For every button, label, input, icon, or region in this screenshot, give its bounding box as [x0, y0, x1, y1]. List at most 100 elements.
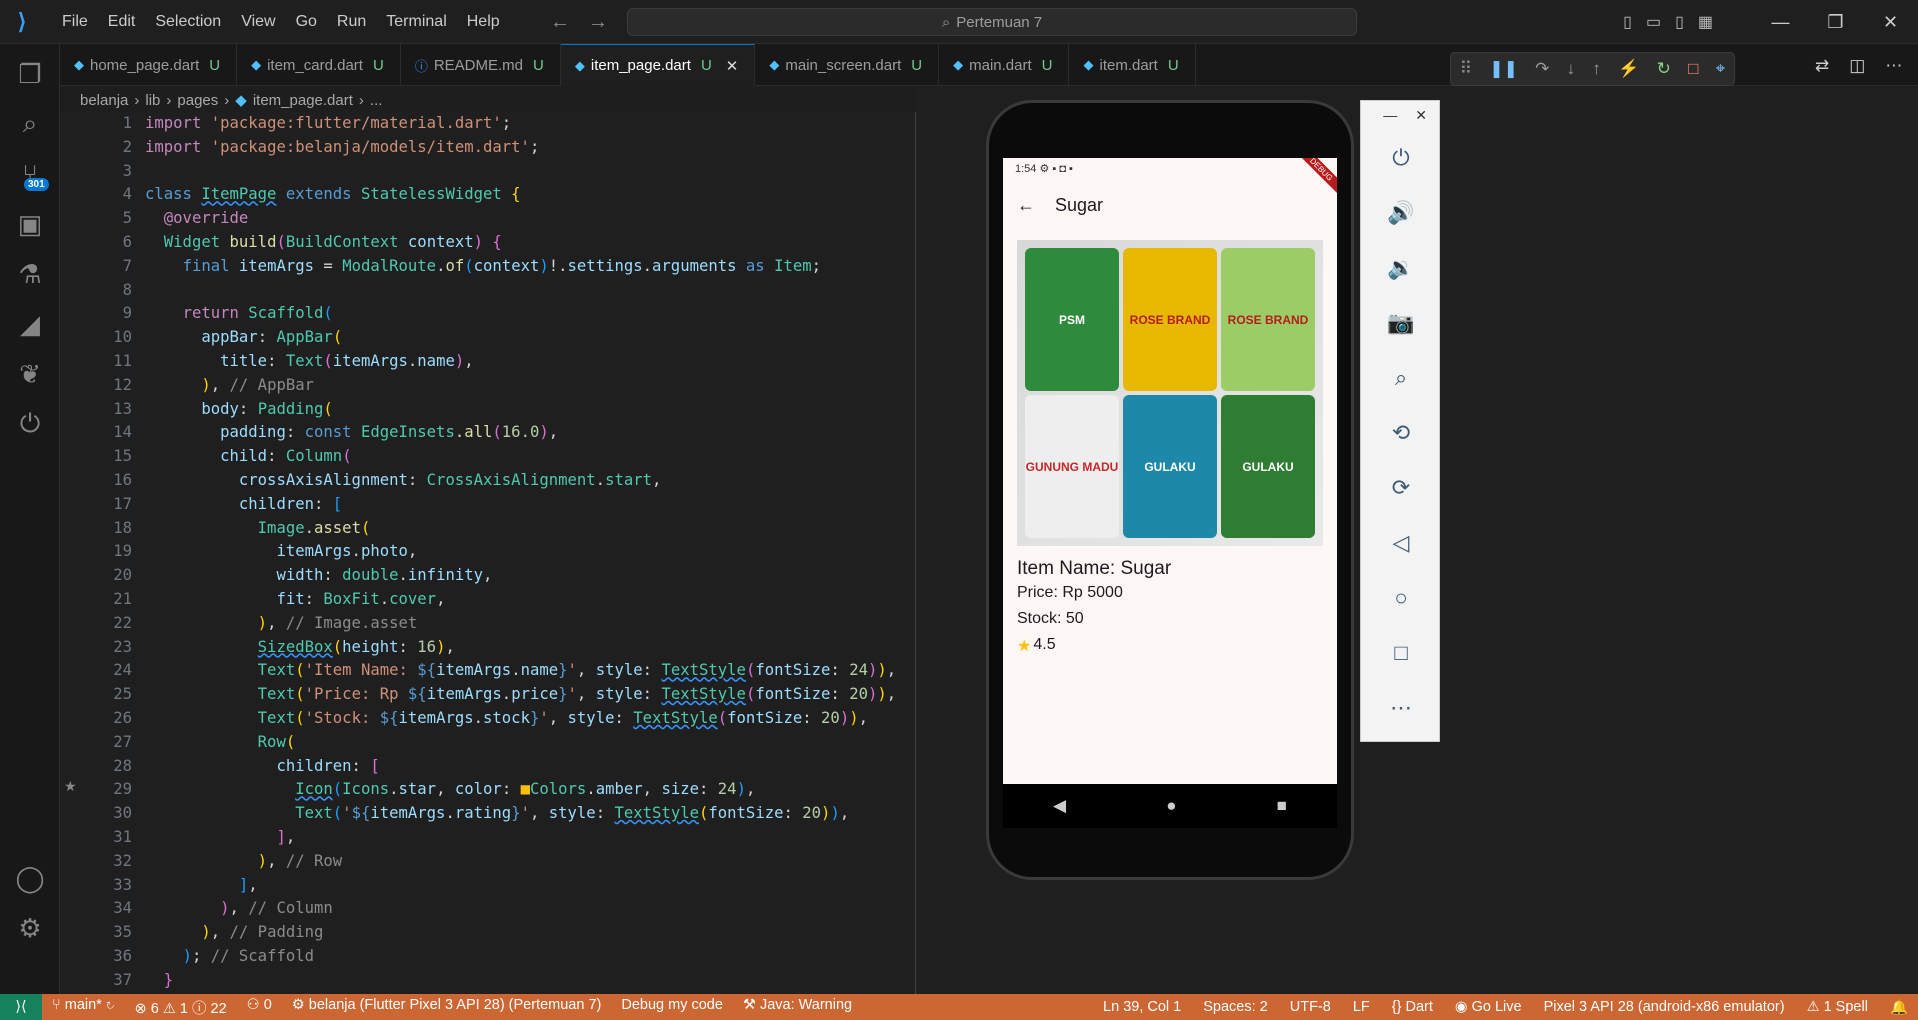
launch-config-status[interactable]: ⚙ belanja (Flutter Pixel 3 API 28) (Pert… [292, 997, 602, 1018]
tab-item[interactable]: ◆ item.dart U [1069, 44, 1196, 86]
source-control-icon[interactable]: ⑂ 301 [0, 150, 60, 198]
back-icon[interactable]: ◁ [1361, 515, 1441, 570]
chevron-right-icon: › [224, 91, 230, 109]
toggle-sidebar-icon[interactable]: ▯ [1623, 12, 1632, 32]
menu-help[interactable]: Help [457, 0, 510, 44]
java-status[interactable]: ⚒ Java: Warning [743, 997, 852, 1018]
problems-status[interactable]: ⊗ 6 ⚠ 1 ⓘ 22 [135, 997, 227, 1018]
menu-go[interactable]: Go [286, 0, 327, 44]
nav-back-icon[interactable]: ◀ [1053, 796, 1066, 816]
go-live-status[interactable]: ◉ Go Live [1455, 999, 1522, 1016]
sugar-package: PSM [1025, 248, 1119, 391]
step-into-icon[interactable]: ↓ [1567, 59, 1576, 79]
menu-file[interactable]: File [52, 0, 98, 44]
power-icon[interactable]: ⏻ [1361, 130, 1441, 185]
language-status[interactable]: {} Dart [1392, 999, 1433, 1016]
spell-status[interactable]: ⚠ 1 Spell [1807, 999, 1868, 1016]
search-view-icon[interactable]: ⌕ [0, 100, 60, 148]
close-tab-icon[interactable]: ✕ [726, 57, 739, 75]
inspect-widget-icon[interactable]: ⌖ [1716, 59, 1726, 79]
menu-run[interactable]: Run [327, 0, 376, 44]
volume-up-icon[interactable]: 🔊 [1361, 185, 1441, 240]
indentation-status[interactable]: Spaces: 2 [1203, 999, 1268, 1016]
more-actions-icon[interactable]: ⋯ [1885, 56, 1902, 76]
extensions-icon[interactable]: ▣ [0, 200, 60, 248]
nav-arrows: ← → [550, 0, 608, 44]
remote-icon[interactable]: ⏻ [0, 400, 60, 448]
tab-readme[interactable]: ⓘ README.md U [401, 44, 561, 86]
tab-item-card[interactable]: ◆ item_card.dart U [237, 44, 401, 86]
flutter-icon[interactable]: ◢ [0, 300, 60, 348]
breadcrumb-symbol[interactable]: ... [370, 92, 383, 109]
nav-home-icon[interactable]: ● [1166, 796, 1176, 816]
remote-indicator-icon[interactable]: ⟩⟨ [0, 994, 42, 1020]
tab-item-page[interactable]: ◆ item_page.dart U ✕ [560, 44, 756, 86]
notifications-icon[interactable]: 🔔 [1890, 999, 1908, 1016]
step-out-icon[interactable]: ↑ [1592, 59, 1601, 79]
rotate-left-icon[interactable]: ⟲ [1361, 405, 1441, 460]
breadcrumb-pages[interactable]: pages [177, 92, 218, 109]
dart-icon: ◆ [74, 57, 84, 72]
stop-icon[interactable]: □ [1688, 59, 1698, 79]
hot-reload-icon[interactable]: ⚡ [1618, 59, 1639, 79]
nav-recents-icon[interactable]: ■ [1277, 796, 1287, 816]
breadcrumb-file[interactable]: item_page.dart [253, 92, 353, 109]
settings-gear-icon[interactable]: ⚙ [0, 904, 60, 952]
zoom-icon[interactable]: ⌕ [1361, 350, 1441, 405]
sugar-package: GULAKU [1221, 395, 1315, 538]
ports-status[interactable]: ⚇ 0 [247, 997, 272, 1018]
volume-down-icon[interactable]: 🔉 [1361, 240, 1441, 295]
code-editor[interactable]: 1 import 'package:flutter/material.dart';… [60, 112, 915, 994]
menu-terminal[interactable]: Terminal [376, 0, 456, 44]
tree-icon[interactable]: ❦ [0, 350, 60, 398]
tab-home-page[interactable]: ◆ home_page.dart U [60, 44, 238, 86]
back-arrow-icon[interactable]: ← [550, 11, 570, 34]
branch-status[interactable]: ⑂ main* ↻ [52, 997, 115, 1018]
chevron-right-icon: › [358, 91, 364, 109]
back-arrow-icon[interactable]: ← [1017, 195, 1035, 216]
customize-layout-icon[interactable]: ▦ [1698, 12, 1713, 32]
rotate-right-icon[interactable]: ⟳ [1361, 460, 1441, 515]
tab-main-screen[interactable]: ◆ main_screen.dart U [755, 44, 940, 86]
sugar-package: GUNUNG MADU [1025, 395, 1119, 538]
compare-icon[interactable]: ⇄ [1815, 56, 1829, 76]
title-bar: ⟩ File Edit Selection View Go Run Termin… [0, 0, 1918, 44]
menu-view[interactable]: View [231, 0, 285, 44]
breadcrumb-belanja[interactable]: belanja [80, 92, 128, 109]
drag-handle-icon[interactable]: ⠿ [1460, 59, 1472, 79]
status-bar: ⟩⟨ ⑂ main* ↻ ⊗ 6 ⚠ 1 ⓘ 22 ⚇ 0 ⚙ belanja … [0, 994, 1918, 1020]
testing-icon[interactable]: ⚗ [0, 250, 60, 298]
account-icon[interactable]: ◯ [0, 854, 60, 902]
close-icon[interactable]: ✕ [1415, 107, 1427, 124]
explorer-icon[interactable]: ❐ [0, 50, 60, 98]
phone-screen: 1:54 ⚙ ▪ ◘ ▪ DEBUG ← Sugar PSM ROSE BRAN… [1003, 158, 1337, 784]
toggle-panel-icon[interactable]: ▭ [1646, 12, 1661, 32]
sugar-package: GULAKU [1123, 395, 1217, 538]
toggle-secondary-sidebar-icon[interactable]: ▯ [1675, 12, 1684, 32]
command-center-search[interactable]: ⌕ Pertemuan 7 [627, 8, 1357, 36]
menu-edit[interactable]: Edit [98, 0, 146, 44]
menu-selection[interactable]: Selection [145, 0, 231, 44]
restore-icon[interactable]: ❐ [1808, 12, 1863, 33]
item-rating-text: 4.5 [1033, 636, 1056, 653]
vscode-logo-icon: ⟩ [17, 8, 27, 34]
cursor-position[interactable]: Ln 39, Col 1 [1103, 999, 1181, 1016]
more-icon[interactable]: ⋯ [1361, 680, 1441, 735]
debug-config-status[interactable]: Debug my code [621, 997, 723, 1018]
overview-icon[interactable]: □ [1361, 625, 1441, 680]
minimize-icon[interactable]: — [1753, 12, 1808, 33]
tab-main[interactable]: ◆ main.dart U [939, 44, 1070, 86]
encoding-status[interactable]: UTF-8 [1290, 999, 1331, 1016]
close-window-icon[interactable]: ✕ [1863, 12, 1918, 33]
device-status[interactable]: Pixel 3 API 28 (android-x86 emulator) [1544, 999, 1785, 1016]
camera-icon[interactable]: 📷 [1361, 295, 1441, 350]
home-icon[interactable]: ○ [1361, 570, 1441, 625]
pause-icon[interactable]: ❚❚ [1489, 59, 1518, 79]
breadcrumb-lib[interactable]: lib [145, 92, 160, 109]
split-editor-icon[interactable]: ◫ [1849, 56, 1865, 76]
step-over-icon[interactable]: ↷ [1535, 59, 1549, 79]
restart-icon[interactable]: ↻ [1657, 59, 1671, 79]
minimize-icon[interactable]: — [1383, 107, 1397, 124]
eol-status[interactable]: LF [1353, 999, 1370, 1016]
forward-arrow-icon[interactable]: → [588, 11, 608, 34]
